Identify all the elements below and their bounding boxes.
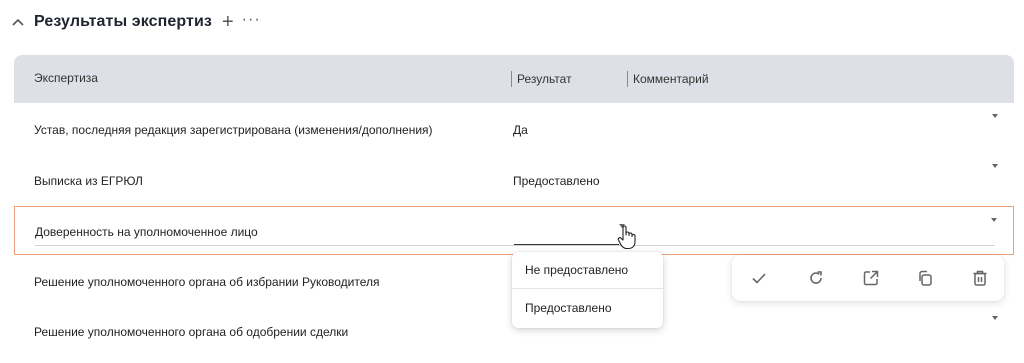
row-action-toolbar [732,255,1004,301]
check-icon[interactable] [748,267,770,289]
open-external-icon[interactable] [860,267,882,289]
dropdown-divider [512,288,663,289]
result-dropdown-menu: Не предоставлено Предоставлено [512,252,663,328]
dropdown-option-not-provided[interactable]: Не предоставлено [525,263,628,277]
row-expertise-name: Решение уполномоченного органа об одобре… [34,325,349,339]
chevron-down-icon[interactable] [992,316,998,320]
column-header-comment: Комментарий [627,71,709,87]
table-row-active[interactable]: Доверенность на уполномоченное лицо [14,206,1014,255]
row-divider [35,245,995,246]
hand-pointer-cursor-icon [616,224,638,250]
column-header-expertise: Экспертиза [34,71,98,85]
copy-icon[interactable] [914,267,936,289]
row-expertise-name: Решение уполномоченного органа об избран… [34,275,380,289]
add-button[interactable]: + [222,12,234,32]
column-header-result: Результат [511,71,572,87]
chevron-down-icon[interactable] [992,164,998,168]
section-title: Результаты экспертиз [34,13,212,30]
table-row[interactable]: Выписка из ЕГРЮЛ Предоставлено [14,154,1014,204]
more-options-button[interactable]: ··· [242,11,261,29]
dropdown-option-provided[interactable]: Предоставлено [525,301,612,315]
table-row[interactable]: Устав, последняя редакция зарегистрирова… [14,104,1014,154]
row-result-value[interactable]: Предоставлено [513,174,600,188]
chevron-down-icon[interactable] [992,114,998,118]
row-expertise-name: Выписка из ЕГРЮЛ [34,174,143,188]
row-result-value[interactable]: Да [513,123,528,137]
chevron-up-icon[interactable] [10,14,26,30]
trash-icon[interactable] [969,267,991,289]
row-expertise-name: Доверенность на уполномоченное лицо [35,225,258,239]
result-select-underline [514,244,619,245]
section-header: Результаты экспертиз + ··· [10,10,261,34]
row-expertise-name: Устав, последняя редакция зарегистрирова… [34,123,433,137]
chevron-down-icon[interactable] [991,218,997,222]
refresh-icon[interactable] [805,267,827,289]
table-header: Экспертиза Результат Комментарий [14,55,1014,103]
